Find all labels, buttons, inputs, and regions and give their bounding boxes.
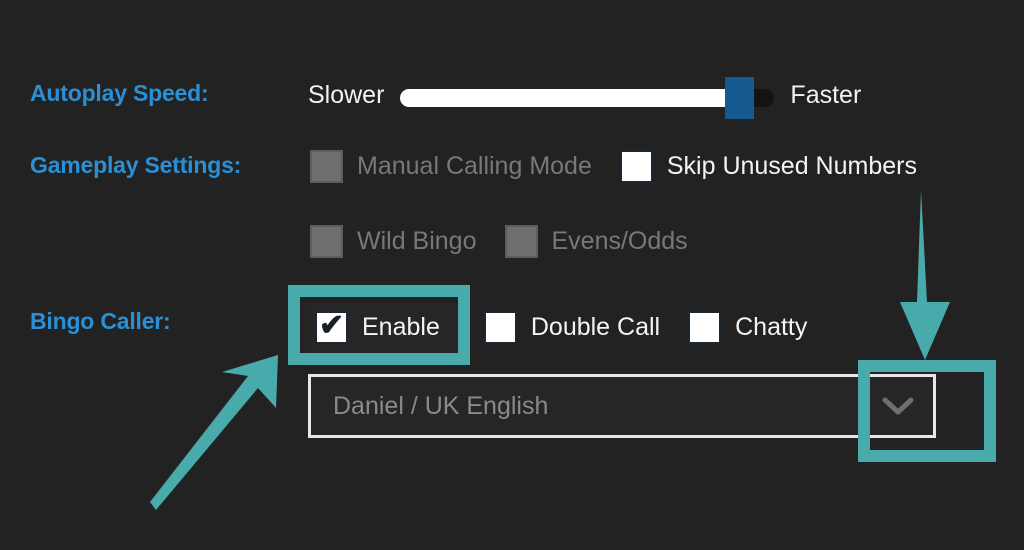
checkbox-label-evens-odds: Evens/Odds bbox=[551, 227, 688, 255]
checkbox-evens-odds bbox=[504, 225, 538, 258]
slider-max-label: Faster bbox=[790, 80, 862, 109]
checkbox-enable[interactable]: ✔ bbox=[315, 309, 348, 344]
checkbox-label-enable[interactable]: Enable bbox=[362, 313, 440, 342]
bingo-caller-label: Bingo Caller: bbox=[30, 308, 171, 334]
checkbox-label-skip-unused-numbers[interactable]: Skip Unused Numbers bbox=[667, 152, 917, 181]
checkbox-label-manual-calling-mode: Manual Calling Mode bbox=[357, 152, 592, 180]
slider-thumb[interactable] bbox=[725, 77, 755, 119]
settings-panel: Autoplay Speed: Slower Faster Gameplay S… bbox=[0, 0, 1024, 550]
gameplay-options-row-2: Wild Bingo Evens/Odds bbox=[310, 225, 716, 258]
checkbox-manual-calling-mode bbox=[310, 150, 343, 183]
checkbox-double-call[interactable] bbox=[483, 311, 517, 344]
gameplay-options-row-1: Manual Calling Mode Skip Unused Numbers bbox=[310, 150, 945, 183]
gameplay-settings-label: Gameplay Settings: bbox=[30, 152, 242, 178]
checkbox-label-double-call[interactable]: Double Call bbox=[531, 313, 660, 342]
voice-select-value[interactable]: Daniel / UK English bbox=[311, 392, 860, 421]
slider-track-fill bbox=[400, 89, 731, 107]
checkbox-wild-bingo bbox=[310, 225, 343, 258]
checkbox-label-chatty[interactable]: Chatty bbox=[735, 313, 807, 342]
checkmark-icon: ✔ bbox=[319, 309, 345, 342]
autoplay-speed-slider[interactable] bbox=[400, 76, 775, 119]
checkbox-item-enable[interactable]: ✔ Enable bbox=[305, 303, 462, 352]
checkbox-chatty[interactable] bbox=[688, 311, 722, 344]
voice-select[interactable]: Daniel / UK English bbox=[308, 374, 936, 438]
checkbox-item-evens-odds: Evens/Odds bbox=[504, 225, 688, 258]
checkbox-skip-unused-numbers[interactable] bbox=[619, 150, 653, 183]
checkbox-item-manual-calling-mode: Manual Calling Mode bbox=[310, 150, 592, 183]
chevron-down-icon[interactable] bbox=[863, 377, 933, 435]
autoplay-speed-label: Autoplay Speed: bbox=[30, 80, 209, 106]
arrow-up-right-icon bbox=[150, 355, 278, 510]
slider-min-label: Slower bbox=[308, 80, 385, 109]
checkbox-item-wild-bingo: Wild Bingo bbox=[310, 225, 477, 258]
checkbox-item-skip-unused-numbers[interactable]: Skip Unused Numbers bbox=[619, 150, 917, 183]
autoplay-speed-row: Slower Faster bbox=[308, 76, 862, 119]
bingo-caller-options-row: ✔ Enable Double Call Chatty bbox=[305, 303, 835, 352]
checkbox-item-double-call[interactable]: Double Call bbox=[483, 311, 660, 344]
checkbox-label-wild-bingo: Wild Bingo bbox=[357, 227, 477, 255]
arrow-down-icon bbox=[900, 190, 950, 360]
checkbox-item-chatty[interactable]: Chatty bbox=[688, 311, 807, 344]
